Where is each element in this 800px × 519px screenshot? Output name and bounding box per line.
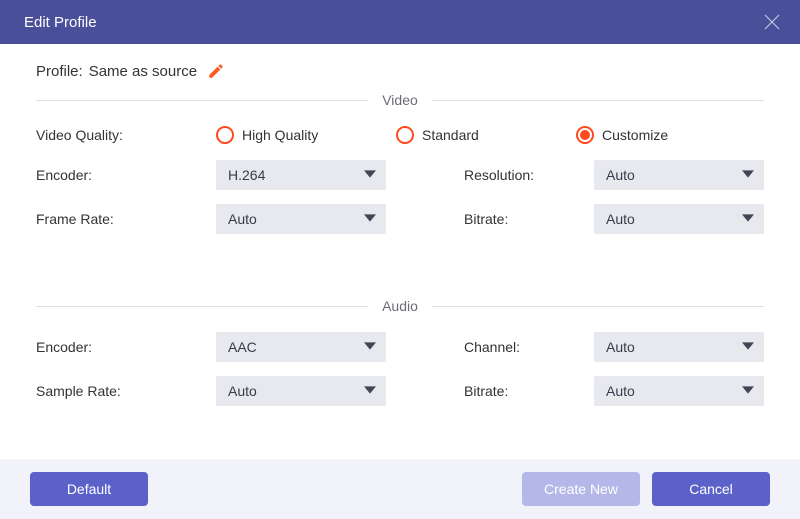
audio-section-divider: Audio [36, 298, 764, 314]
select-value: H.264 [228, 167, 265, 183]
select-value: Auto [606, 167, 635, 183]
cancel-button[interactable]: Cancel [652, 472, 770, 506]
audio-samplerate-label: Sample Rate: [36, 383, 216, 399]
audio-bitrate-label: Bitrate: [464, 383, 594, 399]
audio-channel-select[interactable]: Auto [594, 332, 764, 362]
video-section-label: Video [368, 92, 432, 108]
chevron-down-icon [364, 211, 376, 227]
profile-value: Same as source [89, 63, 197, 80]
create-new-button[interactable]: Create New [522, 472, 640, 506]
select-value: AAC [228, 339, 257, 355]
chevron-down-icon [364, 339, 376, 355]
audio-encoder-select[interactable]: AAC [216, 332, 386, 362]
video-encoder-select[interactable]: H.264 [216, 160, 386, 190]
audio-channel-label: Channel: [464, 339, 594, 355]
dialog-body: Profile: Same as source Video Video Qual… [0, 44, 800, 459]
titlebar: Edit Profile [0, 0, 800, 44]
profile-label: Profile: [36, 63, 83, 80]
video-form-grid: Encoder: H.264 Resolution: Auto Frame Ra… [36, 160, 764, 234]
audio-form-grid: Encoder: AAC Channel: Auto Sample Rate: … [36, 332, 764, 406]
chevron-down-icon [742, 167, 754, 183]
video-framerate-select[interactable]: Auto [216, 204, 386, 234]
radio-high-quality[interactable]: High Quality [216, 126, 396, 144]
audio-bitrate-select[interactable]: Auto [594, 376, 764, 406]
video-quality-radio-group: High Quality Standard Customize [216, 126, 764, 144]
video-bitrate-select[interactable]: Auto [594, 204, 764, 234]
radio-customize[interactable]: Customize [576, 126, 756, 144]
close-icon[interactable] [762, 12, 782, 32]
select-value: Auto [606, 383, 635, 399]
select-value: Auto [606, 339, 635, 355]
video-framerate-label: Frame Rate: [36, 211, 216, 227]
video-bitrate-label: Bitrate: [464, 211, 594, 227]
select-value: Auto [228, 383, 257, 399]
radio-icon [576, 126, 594, 144]
select-value: Auto [606, 211, 635, 227]
radio-label: Standard [422, 127, 479, 143]
video-resolution-select[interactable]: Auto [594, 160, 764, 190]
video-encoder-label: Encoder: [36, 167, 216, 183]
video-resolution-label: Resolution: [464, 167, 594, 183]
chevron-down-icon [742, 211, 754, 227]
video-section-divider: Video [36, 92, 764, 108]
window-title: Edit Profile [24, 14, 97, 31]
chevron-down-icon [742, 383, 754, 399]
profile-row: Profile: Same as source [36, 62, 764, 80]
edit-profile-icon[interactable] [207, 62, 225, 80]
radio-label: Customize [602, 127, 668, 143]
video-quality-label: Video Quality: [36, 127, 216, 143]
video-quality-row: Video Quality: High Quality Standard Cus… [36, 126, 764, 144]
audio-samplerate-select[interactable]: Auto [216, 376, 386, 406]
footer-right-group: Create New Cancel [522, 472, 770, 506]
chevron-down-icon [742, 339, 754, 355]
select-value: Auto [228, 211, 257, 227]
radio-label: High Quality [242, 127, 318, 143]
chevron-down-icon [364, 383, 376, 399]
default-button[interactable]: Default [30, 472, 148, 506]
radio-standard[interactable]: Standard [396, 126, 576, 144]
audio-encoder-label: Encoder: [36, 339, 216, 355]
chevron-down-icon [364, 167, 376, 183]
dialog-footer: Default Create New Cancel [0, 459, 800, 519]
radio-icon [396, 126, 414, 144]
radio-icon [216, 126, 234, 144]
edit-profile-window: Edit Profile Profile: Same as source Vid… [0, 0, 800, 519]
audio-section-label: Audio [368, 298, 432, 314]
